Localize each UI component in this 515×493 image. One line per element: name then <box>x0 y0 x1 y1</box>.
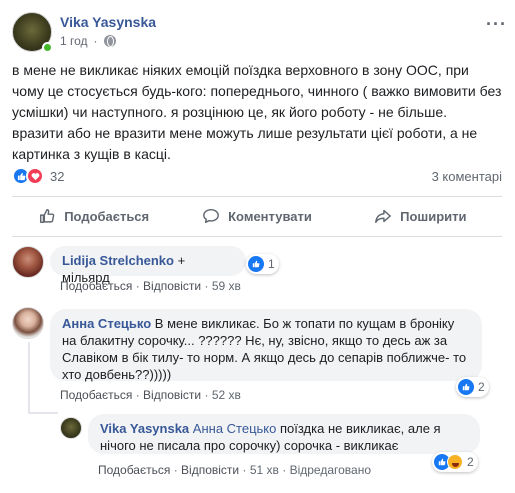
comment-bubble: Анна Стецько В мене викликає. Бо ж топат… <box>50 309 482 382</box>
post-actions: Подобається Коментувати Поширити <box>12 202 502 230</box>
comment-button-label: Коментувати <box>228 208 312 224</box>
share-button[interactable]: Поширити <box>339 202 502 230</box>
comment-reply-link[interactable]: Відповісти <box>143 279 201 293</box>
separator: · <box>93 34 98 48</box>
comment-reaction-count: 1 <box>268 257 275 271</box>
globe-icon[interactable] <box>103 35 116 47</box>
commenter-name[interactable]: Vika Yasynska <box>100 421 189 436</box>
comment-time[interactable]: 59 хв <box>212 279 241 293</box>
commenter-avatar[interactable] <box>12 246 44 278</box>
love-reaction-icon <box>26 167 44 185</box>
post-text: в мене не викликає ніяких емоцій поїздка… <box>12 62 502 162</box>
comment-reaction-count: 2 <box>478 380 485 394</box>
like-reaction-icon <box>248 256 264 272</box>
online-status-icon <box>42 42 53 53</box>
post-header: Vika Yasynska 1 год · ··· <box>12 12 507 53</box>
more-options-icon[interactable]: ··· <box>486 14 507 35</box>
separator: · <box>204 279 209 293</box>
comment-like-link[interactable]: Подобається <box>60 388 132 402</box>
commenter-avatar[interactable] <box>60 417 82 439</box>
haha-reaction-icon <box>447 454 463 470</box>
separator: · <box>135 388 140 402</box>
post-author-name[interactable]: Vika Yasynska <box>60 14 156 30</box>
comment-reactions[interactable]: 2 <box>432 452 478 472</box>
comment-reply-link[interactable]: Відповісти <box>143 388 201 402</box>
commenter-avatar[interactable] <box>12 307 44 339</box>
divider <box>12 236 502 237</box>
separator: · <box>282 463 287 477</box>
separator: · <box>204 388 209 402</box>
comment-reply-link[interactable]: Відповісти <box>181 463 239 477</box>
comment-like-link[interactable]: Подобається <box>98 463 170 477</box>
reaction-icons[interactable] <box>12 167 44 185</box>
thumbs-up-icon <box>40 208 55 224</box>
separator: · <box>242 463 247 477</box>
reaction-count[interactable]: 32 <box>50 169 64 184</box>
separator: · <box>173 463 178 477</box>
reply-thread-line <box>28 412 58 414</box>
comment-actions: Подобається · Відповісти · 52 хв <box>60 388 241 402</box>
reply-thread-line <box>28 342 30 412</box>
like-button[interactable]: Подобається <box>12 202 175 230</box>
comment-time[interactable]: 51 хв <box>250 463 279 477</box>
like-button-label: Подобається <box>64 208 150 224</box>
comment-bubble: Vika Yasynska Анна Стецько поїздка не ви… <box>88 414 480 454</box>
comment-time[interactable]: 52 хв <box>212 388 241 402</box>
commenter-name[interactable]: Анна Стецько <box>62 316 151 331</box>
commenter-name[interactable]: Lidija Strelchenko <box>62 253 174 268</box>
like-reaction-icon <box>458 379 474 395</box>
post-time[interactable]: 1 год <box>60 34 88 48</box>
comment-reactions[interactable]: 1 <box>246 254 279 274</box>
edited-label[interactable]: Відредаговано <box>290 463 371 477</box>
comment-reactions[interactable]: 2 <box>456 377 489 397</box>
comment-reaction-count: 2 <box>467 455 474 469</box>
comment-actions: Подобається · Відповісти · 51 хв · Відре… <box>98 463 371 477</box>
share-button-label: Поширити <box>400 208 467 224</box>
comment-icon <box>203 208 220 224</box>
tagged-user-link[interactable]: Анна Стецько <box>189 421 277 436</box>
post-meta: 1 год · <box>60 34 116 48</box>
comment-like-link[interactable]: Подобається <box>60 279 132 293</box>
comment-button[interactable]: Коментувати <box>175 202 338 230</box>
reactions-summary: 32 3 коментарі <box>12 166 502 186</box>
separator: · <box>135 279 140 293</box>
divider <box>12 196 502 197</box>
comments-count-link[interactable]: 3 коментарі <box>432 169 502 184</box>
comment-actions: Подобається · Відповісти · 59 хв <box>60 279 241 293</box>
comment-bubble: Lidija Strelchenko + мільярд <box>50 246 246 285</box>
share-icon <box>375 209 392 224</box>
